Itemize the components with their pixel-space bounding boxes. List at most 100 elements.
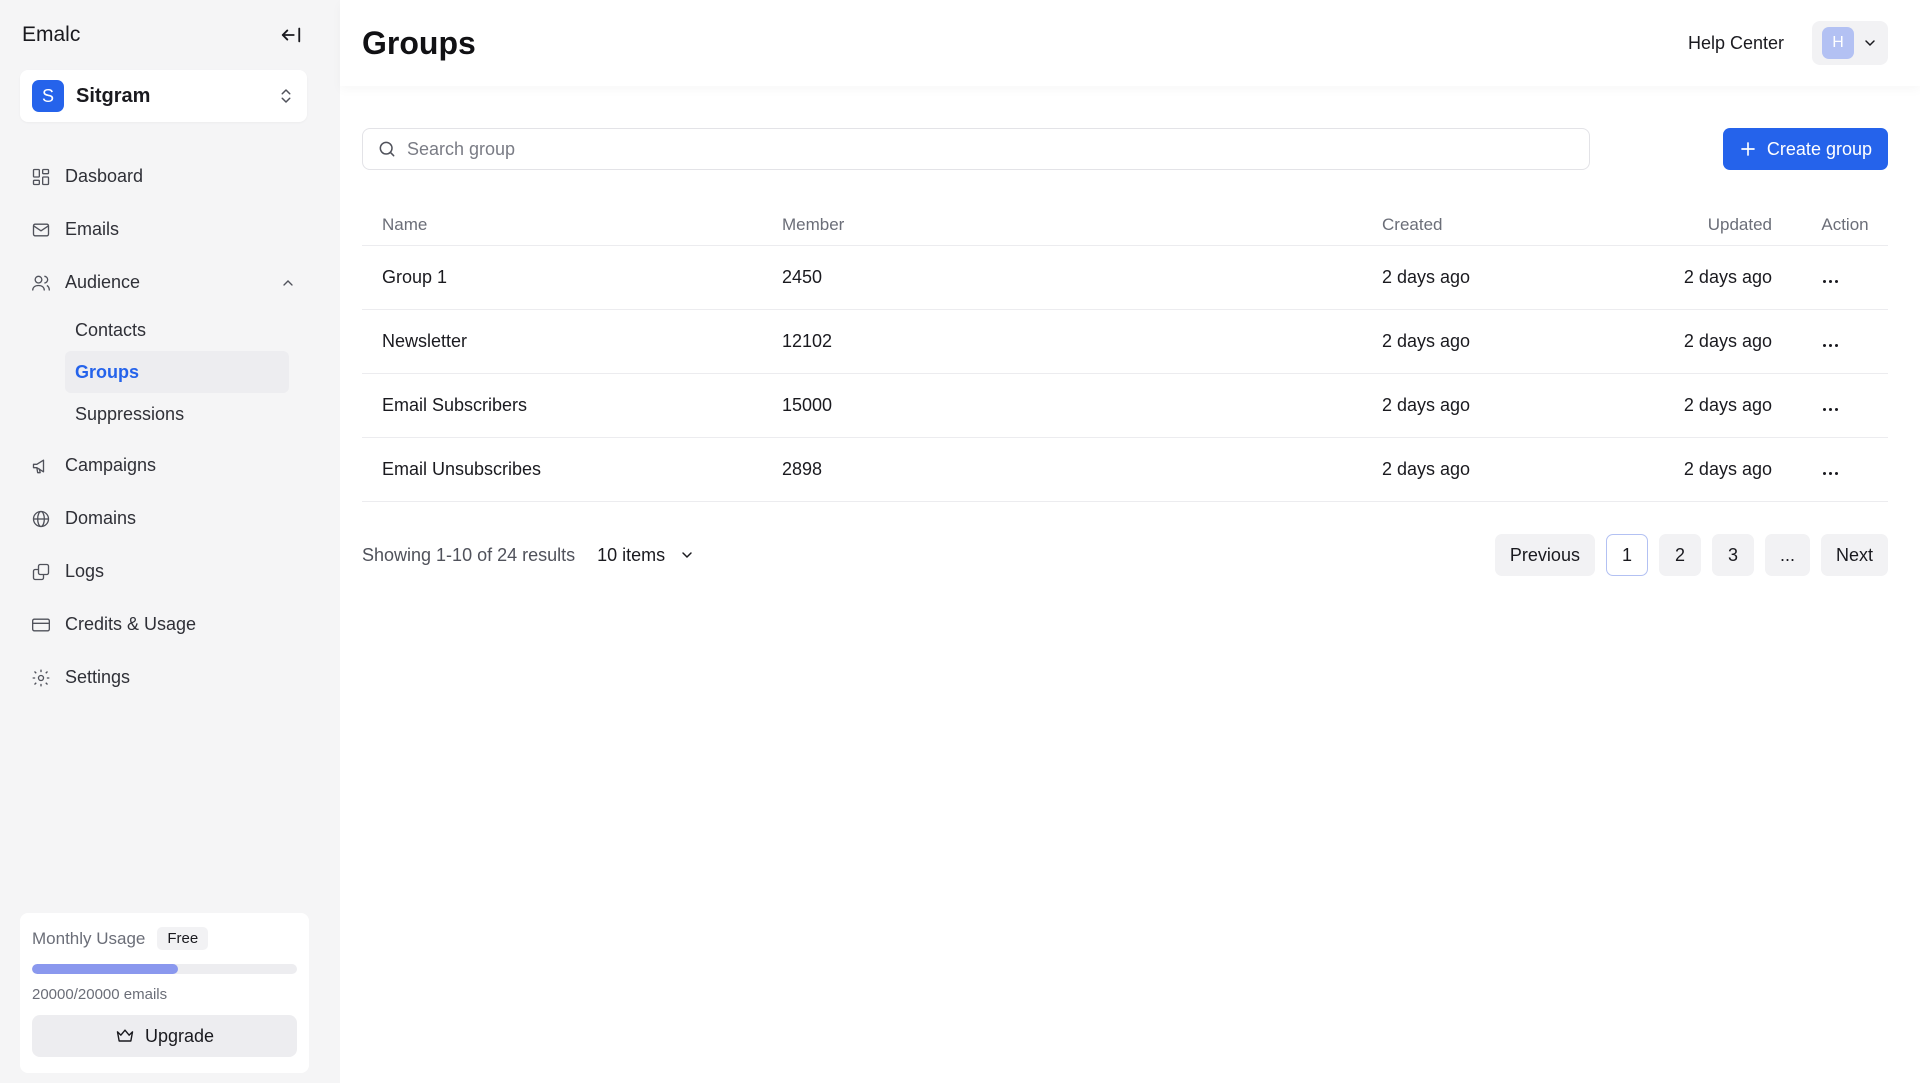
pagination: Previous 1 2 3 ... Next: [1494, 534, 1888, 576]
group-member-count: 15000: [782, 395, 833, 415]
chevron-down-icon: [1865, 40, 1875, 47]
crown-icon: [116, 1029, 134, 1042]
group-name: Email Subscribers: [382, 395, 528, 415]
chevron-down-icon: [682, 552, 692, 559]
search-box: [362, 128, 1590, 170]
sidebar-item-credits[interactable]: Credits & Usage: [20, 598, 307, 651]
usage-progress-bar: [32, 964, 297, 974]
create-group-button[interactable]: Create group: [1722, 128, 1888, 170]
group-updated: 2 days ago: [1683, 331, 1772, 351]
group-member-count: 12102: [782, 331, 833, 351]
group-name: Email Unsubscribes: [382, 459, 542, 479]
workspace-name: Sitgram: [76, 84, 151, 107]
more-actions-icon[interactable]: [1822, 344, 1838, 347]
help-center-link[interactable]: Help Center: [1688, 33, 1784, 54]
group-name: Group 1: [382, 267, 448, 287]
table-row: Email Subscribers 15000 2 days ago 2 day…: [362, 374, 1888, 438]
more-actions-icon[interactable]: [1822, 280, 1838, 283]
next-page-button[interactable]: Next: [1820, 534, 1888, 576]
sidebar-item-audience[interactable]: Audience: [20, 256, 307, 309]
collapse-left-icon: [281, 27, 301, 43]
group-member-count: 2450: [782, 267, 823, 287]
sidebar-item-logs[interactable]: Logs: [20, 545, 307, 598]
copy-icon: [32, 563, 50, 580]
results-count: Showing 1-10 of 24 results: [362, 544, 576, 565]
sidebar-item-label: Credits & Usage: [65, 614, 197, 634]
credit-card-icon: [32, 618, 50, 631]
items-per-page-value: 10 items: [597, 544, 666, 565]
avatar: H: [1822, 27, 1854, 59]
usage-title: Monthly Usage: [32, 928, 146, 948]
sidebar-item-dashboard[interactable]: Dasboard: [20, 150, 307, 203]
sidebar: Emalc S Sitgram Dasboard Emails Audience…: [0, 0, 327, 1083]
group-created: 2 days ago: [1382, 331, 1471, 351]
usage-count: 20000/20000 emails: [32, 986, 168, 1003]
topbar: Groups Help Center H: [340, 0, 1920, 86]
users-icon: [32, 275, 50, 291]
more-actions-icon[interactable]: [1822, 472, 1838, 475]
group-created: 2 days ago: [1382, 395, 1471, 415]
sidebar-item-label: Dasboard: [65, 166, 144, 186]
sidebar-item-domains[interactable]: Domains: [20, 492, 307, 545]
globe-icon: [32, 510, 50, 527]
column-header-name: Name: [382, 214, 428, 234]
sidebar-item-settings[interactable]: Settings: [20, 651, 307, 704]
pagination-row: Showing 1-10 of 24 results 10 items Prev…: [362, 534, 1888, 576]
group-member-count: 2898: [782, 459, 823, 479]
workspace-avatar: S: [32, 80, 64, 112]
chevron-up-icon: [283, 279, 293, 286]
row-actions-cell: [1772, 331, 1888, 352]
sidebar-item-groups[interactable]: Groups: [65, 351, 289, 393]
group-updated: 2 days ago: [1683, 395, 1772, 415]
page-title: Groups: [362, 24, 476, 61]
audience-subnav: Contacts Groups Suppressions: [20, 309, 307, 435]
sidebar-item-label: Campaigns: [65, 455, 157, 475]
column-header-member: Member: [782, 214, 845, 234]
toolbar: Create group: [340, 128, 1920, 170]
more-actions-icon[interactable]: [1822, 408, 1838, 411]
usage-header: Monthly Usage Free: [32, 927, 297, 950]
gear-icon: [32, 669, 50, 686]
group-name: Newsletter: [382, 331, 468, 351]
page-button-3[interactable]: 3: [1711, 534, 1754, 576]
page-button-1[interactable]: 1: [1605, 534, 1648, 576]
user-menu[interactable]: H: [1812, 21, 1888, 65]
page-ellipsis-button[interactable]: ...: [1764, 534, 1810, 576]
table-header: Name Member Created Updated Action: [362, 204, 1888, 246]
sidebar-item-label: Settings: [65, 667, 131, 687]
sidebar-item-label: Domains: [65, 508, 137, 528]
row-actions-cell: [1772, 459, 1888, 480]
pagination-info: Showing 1-10 of 24 results 10 items: [362, 545, 695, 566]
sidebar-item-emails[interactable]: Emails: [20, 203, 307, 256]
workspace-switcher[interactable]: S Sitgram: [20, 70, 307, 122]
table-row: Newsletter 12102 2 days ago 2 days ago: [362, 310, 1888, 374]
usage-progress-fill: [32, 964, 178, 974]
mail-icon: [32, 223, 50, 236]
sidebar-item-label: Emails: [65, 219, 120, 239]
megaphone-icon: [32, 459, 45, 473]
groups-table: Name Member Created Updated Action Group…: [362, 204, 1888, 502]
row-actions-cell: [1772, 267, 1888, 288]
sidebar-item-contacts[interactable]: Contacts: [65, 309, 289, 351]
upgrade-label: Upgrade: [144, 1025, 215, 1046]
topbar-actions: Help Center H: [1688, 21, 1888, 65]
group-created: 2 days ago: [1382, 267, 1471, 287]
items-per-page-select[interactable]: 10 items: [597, 545, 695, 566]
group-updated: 2 days ago: [1683, 267, 1772, 287]
collapse-sidebar-button[interactable]: [277, 21, 305, 49]
chevron-up-down-icon: [281, 89, 291, 103]
previous-page-button[interactable]: Previous: [1494, 534, 1595, 576]
table-row: Email Unsubscribes 2898 2 days ago 2 day…: [362, 438, 1888, 502]
column-header-created: Created: [1382, 214, 1443, 234]
plan-badge: Free: [157, 927, 209, 950]
table-row: Group 1 2450 2 days ago 2 days ago: [362, 246, 1888, 310]
sidebar-item-suppressions[interactable]: Suppressions: [65, 393, 289, 435]
app-name: Emalc: [22, 23, 81, 46]
sidebar-item-campaigns[interactable]: Campaigns: [20, 439, 307, 492]
search-input[interactable]: [407, 138, 1575, 160]
page-button-2[interactable]: 2: [1658, 534, 1701, 576]
upgrade-button[interactable]: Upgrade: [32, 1015, 297, 1057]
plus-icon: [1741, 142, 1755, 156]
brand-row: Emalc: [20, 0, 307, 70]
create-group-label: Create group: [1766, 138, 1872, 159]
